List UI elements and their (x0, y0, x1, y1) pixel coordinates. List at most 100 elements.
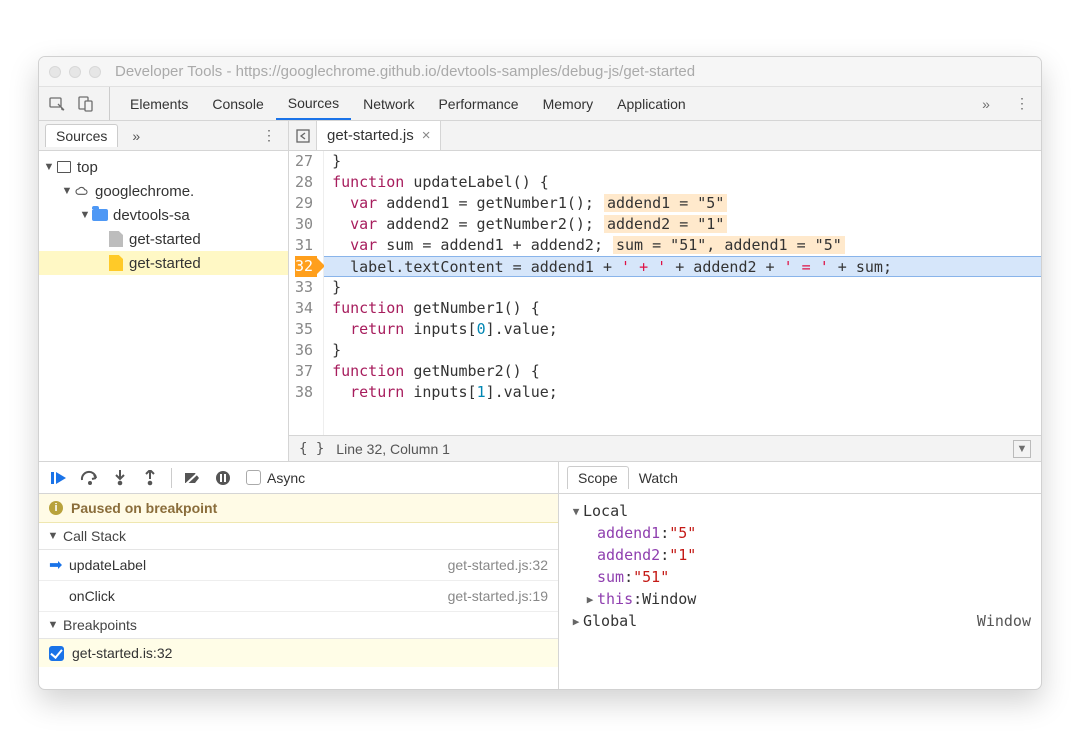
folder-icon (91, 206, 109, 224)
settings-menu-icon[interactable]: ⋮ (1011, 93, 1033, 115)
step-over-icon[interactable] (77, 465, 103, 491)
code-text: inputs[ (404, 320, 476, 338)
disclosure-icon: ▼ (569, 505, 583, 518)
scope-variable[interactable]: addend2: "1" (569, 544, 1031, 566)
code-text: 0 (477, 320, 486, 338)
breakpoints-header[interactable]: ▼ Breakpoints (39, 612, 558, 639)
editor-pane: get-started.js × 27 28 29 30 31 32 33 34… (289, 121, 1041, 461)
tab-elements[interactable]: Elements (118, 87, 200, 120)
var-name: sum (597, 568, 624, 586)
scope-label: Local (583, 502, 628, 520)
traffic-lights (49, 66, 101, 78)
step-out-icon[interactable] (137, 465, 163, 491)
zoom-window-button[interactable] (89, 66, 101, 78)
inspect-element-icon[interactable] (47, 93, 69, 115)
code-text: getNumber2() { (404, 362, 539, 380)
scope-pane: Scope Watch ▼ Local addend1: "5" addend2… (559, 462, 1041, 689)
navigator-header: Sources » ⋮ (39, 121, 288, 151)
tree-label: get-started (129, 255, 201, 272)
navigator-tab-sources[interactable]: Sources (45, 124, 118, 147)
async-checkbox[interactable] (246, 470, 261, 485)
paused-message: Paused on breakpoint (71, 500, 217, 516)
tab-console[interactable]: Console (200, 87, 275, 120)
scope-variable[interactable]: addend1: "5" (569, 522, 1031, 544)
scope-body: ▼ Local addend1: "5" addend2: "1" sum: "… (559, 494, 1041, 689)
stack-location: get-started.js:32 (448, 557, 548, 573)
code-text: } (332, 152, 341, 170)
tree-label: top (77, 159, 98, 176)
tree-folder[interactable]: ▼ devtools-sa (39, 203, 288, 227)
stack-frame[interactable]: ➡ onClick get-started.js:19 (39, 581, 558, 612)
var-name: this (597, 590, 633, 608)
step-into-icon[interactable] (107, 465, 133, 491)
tree-frame-top[interactable]: ▼ top (39, 155, 288, 179)
navigator-pane: Sources » ⋮ ▼ top ▼ googlechrome. ▼ (39, 121, 289, 461)
async-toggle[interactable]: Async (246, 470, 305, 486)
code-text: function (332, 299, 404, 317)
tab-watch[interactable]: Watch (629, 467, 688, 489)
code-text: inputs[ (404, 383, 476, 401)
close-icon[interactable]: × (422, 127, 431, 144)
editor-nav-icon[interactable] (289, 121, 317, 150)
code-text: return (332, 383, 404, 401)
tree-file-js[interactable]: get-started (39, 251, 288, 275)
disclosure-icon: ▶ (583, 593, 597, 606)
code-editor[interactable]: 27 28 29 30 31 32 33 34 35 36 37 38 } fu… (289, 151, 1041, 435)
tab-performance[interactable]: Performance (426, 87, 530, 120)
var-value: Window (642, 590, 696, 608)
line-number[interactable]: 34 (295, 298, 317, 319)
line-number[interactable]: 38 (295, 382, 317, 403)
code-text: 1 (477, 383, 486, 401)
device-toggle-icon[interactable] (75, 93, 97, 115)
line-gutter[interactable]: 27 28 29 30 31 32 33 34 35 36 37 38 (289, 151, 324, 435)
deactivate-breakpoints-icon[interactable] (180, 465, 206, 491)
pause-on-exceptions-icon[interactable] (210, 465, 236, 491)
tab-scope[interactable]: Scope (567, 466, 629, 489)
scope-variable[interactable]: sum: "51" (569, 566, 1031, 588)
line-number[interactable]: 31 (295, 235, 317, 256)
pretty-print-icon[interactable]: { } (299, 441, 324, 457)
navigator-more-icon[interactable]: » (132, 128, 140, 144)
stack-function: updateLabel (69, 557, 146, 573)
code-text: + addend2 + (666, 258, 783, 276)
line-number[interactable]: 30 (295, 214, 317, 235)
stack-frame[interactable]: ➡ updateLabel get-started.js:32 (39, 550, 558, 581)
close-window-button[interactable] (49, 66, 61, 78)
code-content[interactable]: } function updateLabel() { var addend1 =… (324, 151, 1041, 435)
tree-file-html[interactable]: get-started (39, 227, 288, 251)
scope-global[interactable]: ▶ Global Window (569, 610, 1031, 632)
line-number[interactable]: 27 (295, 151, 317, 172)
more-tabs-icon[interactable]: » (975, 93, 997, 115)
breakpoint-checkbox[interactable] (49, 646, 64, 661)
code-text: var (332, 194, 377, 212)
tree-label: get-started (129, 231, 201, 248)
var-name: addend2 (597, 546, 660, 564)
line-number[interactable]: 33 (295, 277, 317, 298)
line-number[interactable]: 28 (295, 172, 317, 193)
editor-tab-get-started-js[interactable]: get-started.js × (317, 121, 441, 150)
panel-tabs: Elements Console Sources Network Perform… (118, 87, 975, 120)
line-number[interactable]: 29 (295, 193, 317, 214)
disclosure-icon: ▶ (569, 615, 583, 628)
section-title: Call Stack (63, 528, 126, 544)
minimize-window-button[interactable] (69, 66, 81, 78)
tab-sources[interactable]: Sources (276, 87, 351, 120)
tab-memory[interactable]: Memory (531, 87, 606, 120)
tab-network[interactable]: Network (351, 87, 426, 120)
tree-origin[interactable]: ▼ googlechrome. (39, 179, 288, 203)
statusbar-dropdown-icon[interactable]: ▼ (1013, 440, 1031, 458)
line-number[interactable]: 37 (295, 361, 317, 382)
scope-local[interactable]: ▼ Local (569, 500, 1031, 522)
code-text: getNumber1() { (404, 299, 539, 317)
code-text: label.textContent = addend1 + (332, 258, 621, 276)
line-number[interactable]: 36 (295, 340, 317, 361)
navigator-menu-icon[interactable]: ⋮ (258, 125, 280, 147)
resume-icon[interactable] (47, 465, 73, 491)
line-number[interactable]: 35 (295, 319, 317, 340)
breakpoint-marker[interactable]: 32 (295, 256, 317, 277)
tab-application[interactable]: Application (605, 87, 698, 120)
scope-this[interactable]: ▶ this: Window (569, 588, 1031, 610)
call-stack-header[interactable]: ▼ Call Stack (39, 523, 558, 550)
debugger-left: Async i Paused on breakpoint ▼ Call Stac… (39, 462, 559, 689)
breakpoint-item[interactable]: get-started.is:32 (39, 639, 558, 667)
